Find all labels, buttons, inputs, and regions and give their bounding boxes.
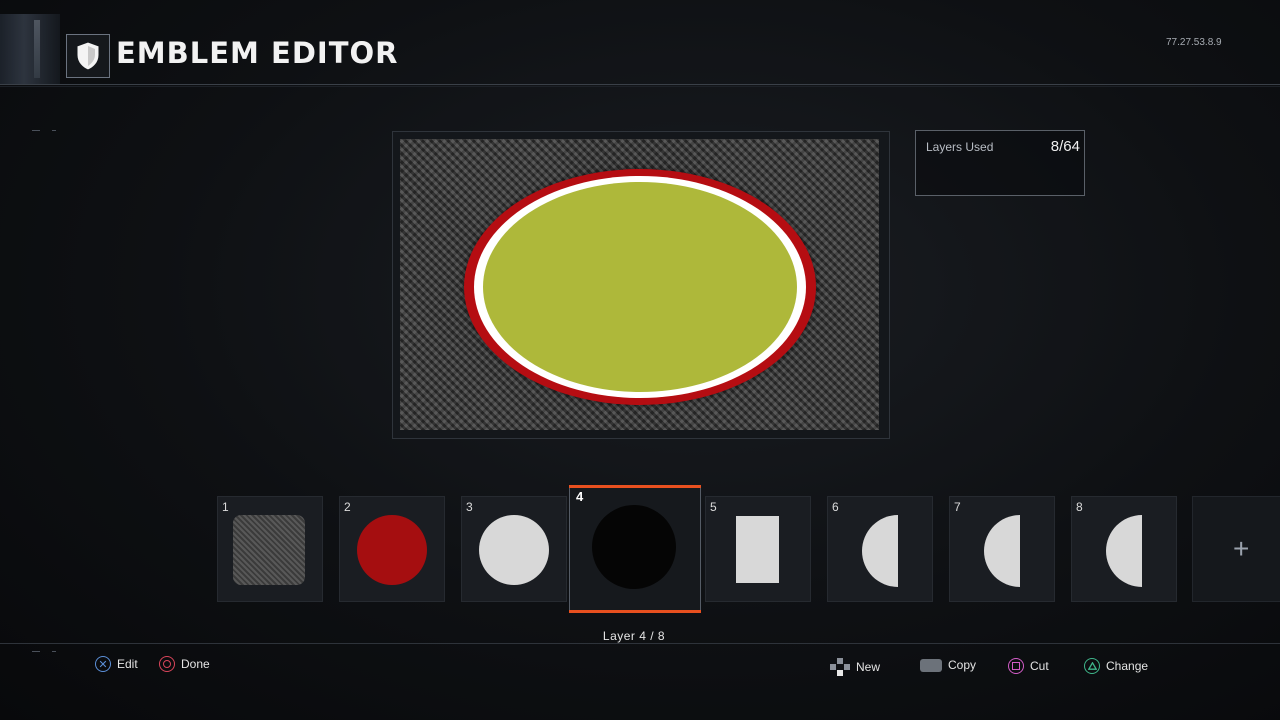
edit-prompt[interactable]: ✕ Edit <box>95 656 138 672</box>
copy-label: Copy <box>948 658 977 672</box>
layer-number: 2 <box>344 500 351 514</box>
layer-thumbnail-white-circle <box>479 515 549 585</box>
header-accent-strip <box>0 14 60 84</box>
layer-number: 3 <box>466 500 473 514</box>
emblem-yellow-fill <box>483 182 797 392</box>
done-label: Done <box>181 657 210 671</box>
corner-tick <box>32 651 40 652</box>
layer-number: 5 <box>710 500 717 514</box>
layer-thumbnail-half-circle <box>984 515 1020 587</box>
layers-used-panel: Layers Used 8/64 <box>915 130 1085 196</box>
layer-number: 6 <box>832 500 839 514</box>
layer-slot-4-selected[interactable]: 4 <box>569 485 701 613</box>
layer-thumbnail-carbon <box>233 515 305 585</box>
cut-label: Cut <box>1030 659 1049 673</box>
square-button-icon <box>1008 658 1024 674</box>
emblem-shield-icon <box>66 34 110 78</box>
done-prompt[interactable]: Done <box>159 656 210 672</box>
new-prompt[interactable]: New <box>830 658 880 676</box>
change-prompt[interactable]: Change <box>1084 658 1148 674</box>
layer-thumbnail-rectangle <box>736 516 779 583</box>
add-layer-button[interactable]: + <box>1192 496 1280 602</box>
header-divider <box>0 84 1280 85</box>
copy-prompt[interactable]: Copy <box>920 658 976 672</box>
plus-icon: + <box>1233 533 1250 564</box>
selected-layer-caption: Layer 4 / 8 <box>602 629 666 643</box>
build-version: 77.27.53.8.9 <box>1166 37 1222 48</box>
layer-thumbnail-red-circle <box>357 515 427 585</box>
layer-thumbnail-black-circle <box>592 505 676 589</box>
layer-number: 7 <box>954 500 961 514</box>
layer-slot-3[interactable]: 3 <box>461 496 567 602</box>
circle-button-icon <box>159 656 175 672</box>
layer-number: 4 <box>576 489 584 504</box>
layer-slot-7[interactable]: 7 <box>949 496 1055 602</box>
layer-thumbnail-half-circle <box>1106 515 1142 587</box>
change-label: Change <box>1106 659 1149 673</box>
header-divider-secondary <box>0 86 1280 87</box>
cut-prompt[interactable]: Cut <box>1008 658 1049 674</box>
corner-tick <box>52 130 56 131</box>
triangle-button-icon <box>1084 658 1100 674</box>
layer-slot-2[interactable]: 2 <box>339 496 445 602</box>
layer-slot-1[interactable]: 1 <box>217 496 323 602</box>
corner-tick <box>32 130 40 131</box>
touchpad-icon <box>920 658 942 672</box>
layer-number: 1 <box>222 500 229 514</box>
layer-number: 8 <box>1076 500 1083 514</box>
edit-label: Edit <box>117 657 138 671</box>
layers-used-label: Layers Used <box>926 140 994 154</box>
emblem-canvas[interactable] <box>400 139 879 430</box>
layer-slot-8[interactable]: 8 <box>1071 496 1177 602</box>
new-label: New <box>856 660 881 674</box>
layers-used-value: 8/64 <box>1050 138 1080 155</box>
layer-slot-5[interactable]: 5 <box>705 496 811 602</box>
dpad-icon <box>830 658 850 676</box>
page-title: EMBLEM EDITOR <box>116 36 399 70</box>
footer-divider <box>0 643 1280 644</box>
layer-slot-6[interactable]: 6 <box>827 496 933 602</box>
layer-thumbnail-half-circle <box>862 515 898 587</box>
corner-tick <box>52 651 56 652</box>
cross-button-icon: ✕ <box>95 656 111 672</box>
